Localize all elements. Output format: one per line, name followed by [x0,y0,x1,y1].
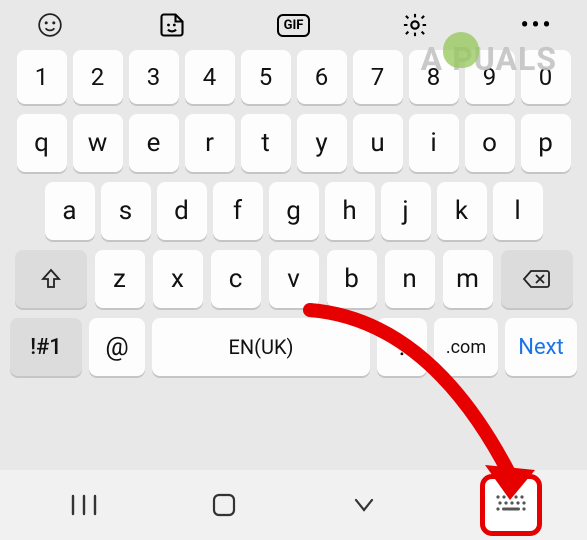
shift-key[interactable] [15,250,87,308]
key-i[interactable]: i [409,114,459,172]
key-d[interactable]: d [157,182,207,240]
next-key[interactable]: Next [505,318,577,376]
key-x[interactable]: x [153,250,203,308]
key-j[interactable]: j [381,182,431,240]
key-1[interactable]: 1 [17,50,67,104]
letter-row-2: a s d f g h j k l [10,182,577,240]
key-u[interactable]: u [353,114,403,172]
ellipsis-icon: ••• [521,13,554,38]
key-b[interactable]: b [327,250,377,308]
key-4[interactable]: 4 [185,50,235,104]
key-f[interactable]: f [213,182,263,240]
at-key[interactable]: @ [89,318,145,376]
number-row: 1 2 3 4 5 6 7 8 9 0 [10,50,577,104]
key-7[interactable]: 7 [353,50,403,104]
key-z[interactable]: z [95,250,145,308]
period-key[interactable]: . [377,318,427,376]
key-e[interactable]: e [129,114,179,172]
emoji-icon[interactable] [30,7,70,43]
gif-label: GIF [277,14,311,37]
key-6[interactable]: 6 [297,50,347,104]
key-k[interactable]: k [437,182,487,240]
keyboard-icon [494,493,528,517]
key-m[interactable]: m [443,250,493,308]
key-3[interactable]: 3 [129,50,179,104]
sticker-icon[interactable] [152,7,192,43]
backspace-key[interactable] [501,250,573,308]
letter-row-3: z x c v b n m [10,250,577,308]
key-v[interactable]: v [269,250,319,308]
settings-icon[interactable] [395,7,435,43]
key-c[interactable]: c [211,250,261,308]
symbols-key[interactable]: !#1 [10,318,82,376]
key-a[interactable]: a [45,182,95,240]
bottom-row: !#1 @ EN(UK) . .com Next [0,318,587,376]
key-n[interactable]: n [385,250,435,308]
key-0[interactable]: 0 [521,50,571,104]
key-o[interactable]: o [465,114,515,172]
recents-button[interactable] [60,481,108,529]
dotcom-key[interactable]: .com [434,318,498,376]
home-button[interactable] [200,481,248,529]
key-5[interactable]: 5 [241,50,291,104]
key-2[interactable]: 2 [73,50,123,104]
key-r[interactable]: r [185,114,235,172]
key-h[interactable]: h [325,182,375,240]
key-g[interactable]: g [269,182,319,240]
key-t[interactable]: t [241,114,291,172]
key-s[interactable]: s [101,182,151,240]
key-q[interactable]: q [17,114,67,172]
keyboard-switch-button[interactable] [480,474,542,536]
key-y[interactable]: y [297,114,347,172]
key-8[interactable]: 8 [409,50,459,104]
gif-icon[interactable]: GIF [274,7,314,43]
more-icon[interactable]: ••• [517,7,557,43]
letter-row-1: q w e r t y u i o p [10,114,577,172]
key-p[interactable]: p [521,114,571,172]
nav-bar [0,470,587,540]
space-key[interactable]: EN(UK) [152,318,370,376]
key-w[interactable]: w [73,114,123,172]
key-l[interactable]: l [493,182,543,240]
back-button[interactable] [340,481,388,529]
key-9[interactable]: 9 [465,50,515,104]
keyboard-toolbar: GIF ••• [0,0,587,50]
